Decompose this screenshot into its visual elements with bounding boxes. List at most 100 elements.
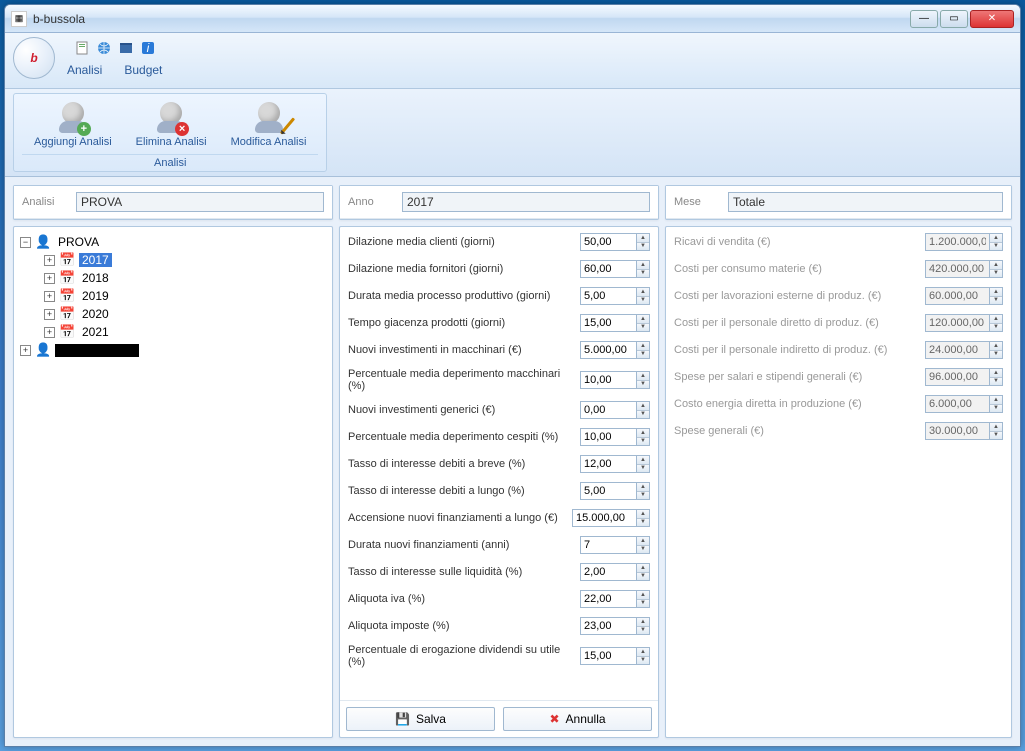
param-11-input[interactable] — [580, 536, 636, 554]
param-0-stepper[interactable]: ▲▼ — [636, 233, 650, 251]
param-10-input[interactable] — [572, 509, 636, 527]
summary-0-spinner[interactable]: ▲▼ — [925, 233, 1003, 251]
step-down-icon[interactable]: ▼ — [637, 411, 649, 419]
param-4-spinner[interactable]: ▲▼ — [580, 341, 650, 359]
param-15-stepper[interactable]: ▲▼ — [636, 647, 650, 665]
param-13-spinner[interactable]: ▲▼ — [580, 590, 650, 608]
param-2-spinner[interactable]: ▲▼ — [580, 287, 650, 305]
summary-7-spinner[interactable]: ▲▼ — [925, 422, 1003, 440]
step-up-icon[interactable]: ▲ — [637, 315, 649, 324]
param-15-input[interactable] — [580, 647, 636, 665]
tab-analisi[interactable]: Analisi — [61, 61, 108, 79]
param-10-stepper[interactable]: ▲▼ — [636, 509, 650, 527]
quick-icon-1[interactable] — [73, 39, 91, 57]
info-icon[interactable]: i — [139, 39, 157, 57]
param-8-stepper[interactable]: ▲▼ — [636, 455, 650, 473]
param-12-stepper[interactable]: ▲▼ — [636, 563, 650, 581]
step-up-icon[interactable]: ▲ — [637, 234, 649, 243]
param-14-spinner[interactable]: ▲▼ — [580, 617, 650, 635]
globe-icon[interactable] — [95, 39, 113, 57]
param-5-spinner[interactable]: ▲▼ — [580, 371, 650, 389]
param-14-stepper[interactable]: ▲▼ — [636, 617, 650, 635]
step-up-icon[interactable]: ▲ — [637, 564, 649, 573]
step-down-icon[interactable]: ▼ — [637, 438, 649, 446]
step-down-icon[interactable]: ▼ — [637, 600, 649, 608]
tree-year-2017[interactable]: +📅2017 — [20, 251, 326, 269]
tree-year-2021[interactable]: +📅2021 — [20, 323, 326, 341]
expand-icon[interactable]: + — [44, 273, 55, 284]
param-10-spinner[interactable]: ▲▼ — [572, 509, 650, 527]
param-2-stepper[interactable]: ▲▼ — [636, 287, 650, 305]
expand-icon[interactable]: + — [44, 255, 55, 266]
param-4-stepper[interactable]: ▲▼ — [636, 341, 650, 359]
param-7-input[interactable] — [580, 428, 636, 446]
summary-3-spinner[interactable]: ▲▼ — [925, 314, 1003, 332]
close-button[interactable]: ✕ — [970, 10, 1014, 28]
param-2-input[interactable] — [580, 287, 636, 305]
anno-field[interactable] — [402, 192, 650, 212]
step-up-icon[interactable]: ▲ — [637, 429, 649, 438]
step-up-icon[interactable]: ▲ — [637, 288, 649, 297]
tree-year-2018[interactable]: +📅2018 — [20, 269, 326, 287]
param-0-spinner[interactable]: ▲▼ — [580, 233, 650, 251]
step-down-icon[interactable]: ▼ — [637, 324, 649, 332]
analysis-tree[interactable]: −👤PROVA+📅2017+📅2018+📅2019+📅2020+📅2021+👤 — [14, 227, 332, 737]
param-14-input[interactable] — [580, 617, 636, 635]
step-down-icon[interactable]: ▼ — [637, 546, 649, 554]
maximize-button[interactable]: ▭ — [940, 10, 968, 28]
summary-6-spinner[interactable]: ▲▼ — [925, 395, 1003, 413]
param-12-spinner[interactable]: ▲▼ — [580, 563, 650, 581]
add-analisi-button[interactable]: + Aggiungi Analisi — [34, 102, 112, 148]
param-6-stepper[interactable]: ▲▼ — [636, 401, 650, 419]
step-down-icon[interactable]: ▼ — [637, 492, 649, 500]
quick-icon-3[interactable] — [117, 39, 135, 57]
modify-analisi-button[interactable]: Modifica Analisi — [231, 102, 307, 148]
param-6-spinner[interactable]: ▲▼ — [580, 401, 650, 419]
collapse-icon[interactable]: − — [20, 237, 31, 248]
summary-4-spinner[interactable]: ▲▼ — [925, 341, 1003, 359]
expand-icon[interactable]: + — [44, 291, 55, 302]
param-0-input[interactable] — [580, 233, 636, 251]
app-menu-button[interactable]: b — [13, 37, 55, 79]
step-up-icon[interactable]: ▲ — [637, 261, 649, 270]
param-4-input[interactable] — [580, 341, 636, 359]
step-up-icon[interactable]: ▲ — [637, 591, 649, 600]
step-down-icon[interactable]: ▼ — [637, 297, 649, 305]
expand-icon[interactable]: + — [20, 345, 31, 356]
param-8-spinner[interactable]: ▲▼ — [580, 455, 650, 473]
param-9-spinner[interactable]: ▲▼ — [580, 482, 650, 500]
param-1-stepper[interactable]: ▲▼ — [636, 260, 650, 278]
param-3-spinner[interactable]: ▲▼ — [580, 314, 650, 332]
tree-root[interactable]: −👤PROVA — [20, 233, 326, 251]
cancel-button[interactable]: ✖ Annulla — [503, 707, 652, 731]
param-15-spinner[interactable]: ▲▼ — [580, 647, 650, 665]
summary-1-spinner[interactable]: ▲▼ — [925, 260, 1003, 278]
summary-5-spinner[interactable]: ▲▼ — [925, 368, 1003, 386]
step-down-icon[interactable]: ▼ — [637, 270, 649, 278]
param-1-input[interactable] — [580, 260, 636, 278]
param-7-spinner[interactable]: ▲▼ — [580, 428, 650, 446]
step-up-icon[interactable]: ▲ — [637, 372, 649, 381]
param-13-input[interactable] — [580, 590, 636, 608]
delete-analisi-button[interactable]: × Elimina Analisi — [136, 102, 207, 148]
step-up-icon[interactable]: ▲ — [637, 510, 649, 519]
param-3-input[interactable] — [580, 314, 636, 332]
analisi-field[interactable] — [76, 192, 324, 212]
param-11-spinner[interactable]: ▲▼ — [580, 536, 650, 554]
param-5-stepper[interactable]: ▲▼ — [636, 371, 650, 389]
mese-field[interactable] — [728, 192, 1003, 212]
step-down-icon[interactable]: ▼ — [637, 351, 649, 359]
step-up-icon[interactable]: ▲ — [637, 402, 649, 411]
tree-year-2019[interactable]: +📅2019 — [20, 287, 326, 305]
step-up-icon[interactable]: ▲ — [637, 648, 649, 657]
param-7-stepper[interactable]: ▲▼ — [636, 428, 650, 446]
step-down-icon[interactable]: ▼ — [637, 381, 649, 389]
summary-2-spinner[interactable]: ▲▼ — [925, 287, 1003, 305]
step-down-icon[interactable]: ▼ — [637, 573, 649, 581]
tab-budget[interactable]: Budget — [118, 61, 168, 79]
step-up-icon[interactable]: ▲ — [637, 456, 649, 465]
param-9-input[interactable] — [580, 482, 636, 500]
param-13-stepper[interactable]: ▲▼ — [636, 590, 650, 608]
minimize-button[interactable]: — — [910, 10, 938, 28]
step-down-icon[interactable]: ▼ — [637, 519, 649, 527]
